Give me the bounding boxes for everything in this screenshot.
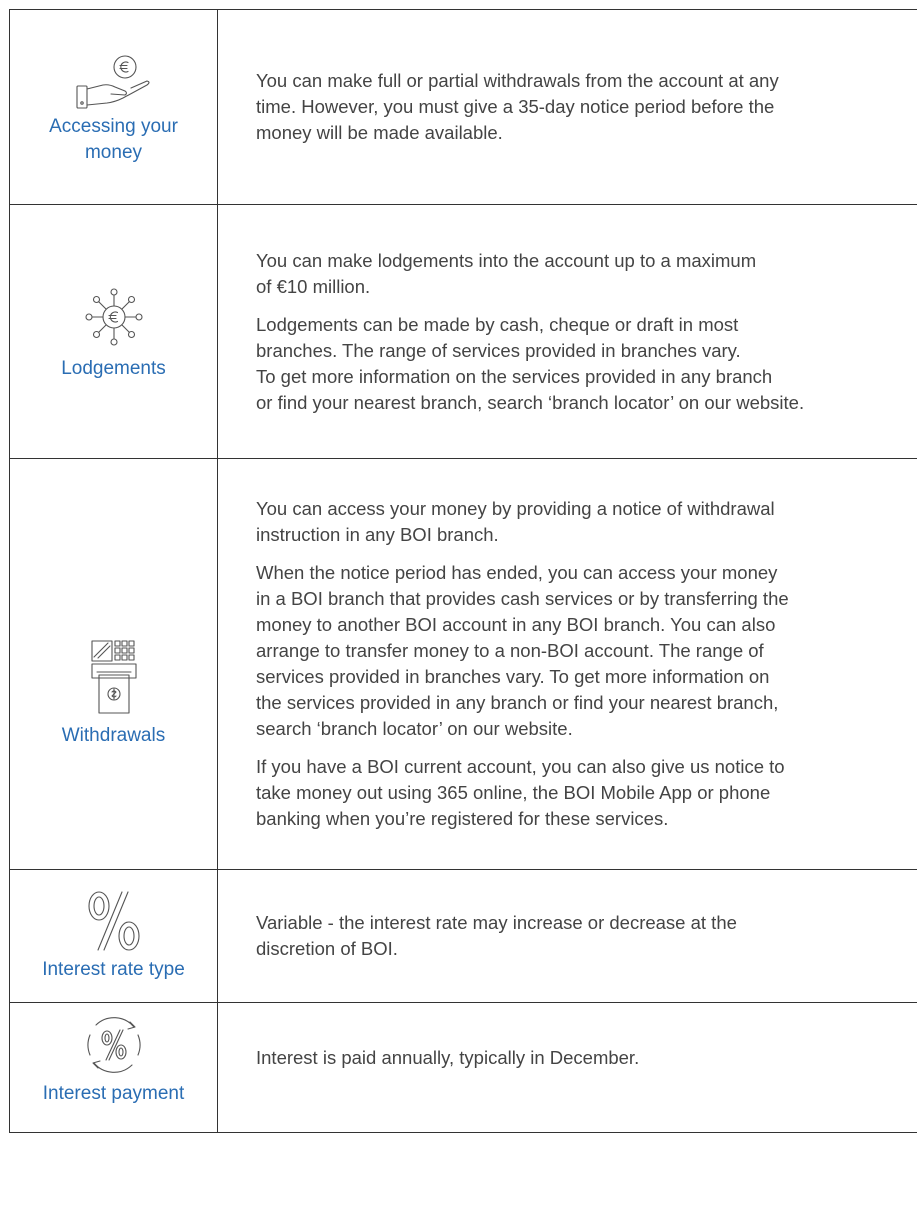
- account-info-table: Accessing your money You can make full o…: [9, 9, 917, 1133]
- row-label: Accessing your money: [49, 116, 178, 163]
- label-cell: Interest payment: [9, 1002, 218, 1133]
- label-cell: Lodgements: [9, 204, 218, 459]
- percent-icon: [82, 889, 146, 953]
- row-label: Interest rate type: [42, 959, 185, 980]
- atm-icon: [89, 639, 139, 719]
- table-row: Interest rate type Variable - the intere…: [9, 869, 917, 1003]
- table-row: Lodgements You can make lodgements into …: [9, 204, 917, 459]
- row-label: Lodgements: [61, 357, 166, 379]
- table-row: Accessing your money You can make full o…: [9, 9, 917, 205]
- paragraph: When the notice period has ended, you ca…: [256, 562, 789, 739]
- description-cell: You can make full or partial withdrawals…: [217, 9, 917, 205]
- percent-cycle-icon: [82, 1013, 146, 1077]
- paragraph: You can make full or partial withdrawals…: [256, 70, 779, 143]
- paragraph: Interest is paid annually, typically in …: [256, 1046, 640, 1068]
- paragraph: You can make lodgements into the account…: [256, 249, 757, 297]
- paragraph: Variable - the interest rate may increas…: [256, 912, 737, 959]
- table-row: Withdrawals You can access your money by…: [9, 458, 917, 870]
- table-row: Interest payment Interest is paid annual…: [9, 1002, 917, 1133]
- label-cell: Accessing your money: [9, 9, 218, 205]
- paragraph: Lodgements can be made by cash, cheque o…: [256, 313, 805, 413]
- paragraph: You can access your money by providing a…: [256, 498, 775, 545]
- row-label: Withdrawals: [61, 725, 166, 746]
- label-cell: Interest rate type: [9, 869, 218, 1003]
- euro-network-icon: [79, 282, 149, 352]
- hand-euro-icon: [71, 54, 157, 110]
- description-cell: Variable - the interest rate may increas…: [217, 869, 917, 1003]
- paragraph: If you have a BOI current account, you c…: [256, 756, 785, 829]
- description-cell: You can access your money by providing a…: [217, 458, 917, 870]
- label-cell: Withdrawals: [9, 458, 218, 870]
- description-cell: Interest is paid annually, typically in …: [217, 1002, 917, 1133]
- row-label: Interest payment: [42, 1083, 185, 1104]
- description-cell: You can make lodgements into the account…: [217, 204, 917, 459]
